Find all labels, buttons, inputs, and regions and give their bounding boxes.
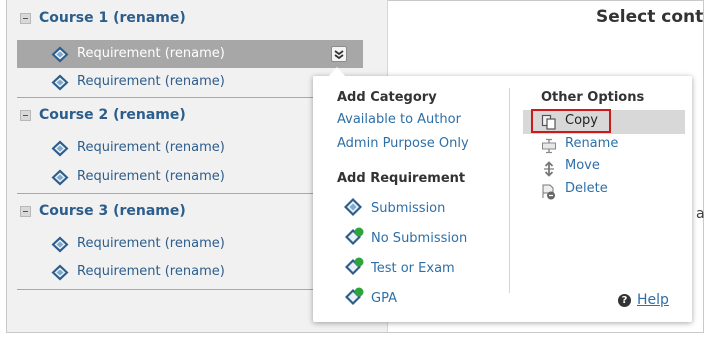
course-title[interactable]: Course 1 (rename) (39, 10, 186, 26)
test-or-exam-icon (345, 257, 364, 275)
menu-item-no-submission[interactable]: No Submission (371, 231, 467, 246)
menu-item-admin-purpose-only[interactable]: Admin Purpose Only (337, 136, 469, 151)
menu-item-test-or-exam[interactable]: Test or Exam (371, 261, 455, 276)
requirement-item-selected[interactable]: Requirement (rename) (17, 40, 363, 68)
course-2-header[interactable]: Course 2 (rename) (17, 102, 363, 132)
collapse-icon[interactable] (20, 110, 31, 121)
requirement-label: Requirement (rename) (77, 169, 225, 184)
menu-item-gpa[interactable]: GPA (371, 291, 397, 306)
move-icon (544, 161, 554, 177)
requirement-icon (51, 140, 69, 157)
chevron-down-icon (334, 50, 344, 59)
menu-item-submission[interactable]: Submission (371, 201, 445, 216)
requirement-item[interactable]: Requirement (rename) (17, 134, 363, 162)
requirement-icon (51, 236, 69, 253)
requirement-item[interactable]: Requirement (rename) (17, 163, 363, 191)
requirement-item[interactable]: Requirement (rename) (17, 230, 363, 258)
gpa-icon (345, 287, 364, 305)
add-category-heading: Add Category (337, 90, 437, 105)
requirement-label: Requirement (rename) (77, 46, 225, 61)
no-submission-icon (345, 227, 364, 245)
partial-text: a (696, 206, 705, 222)
rename-icon (542, 138, 556, 154)
section-divider (17, 97, 363, 98)
delete-icon (542, 184, 555, 200)
column-divider (509, 88, 510, 293)
requirement-icon (51, 264, 69, 281)
collapse-icon[interactable] (20, 206, 31, 217)
requirement-icon (51, 74, 69, 91)
requirement-icon (51, 46, 69, 63)
other-options-heading: Other Options (541, 90, 645, 105)
section-divider (17, 289, 363, 290)
course-tree: Course 1 (rename) Requirement (rename) R… (17, 0, 363, 300)
requirement-label: Requirement (rename) (77, 264, 225, 279)
submission-icon (344, 198, 362, 216)
course-title[interactable]: Course 2 (rename) (39, 107, 186, 123)
requirement-label: Requirement (rename) (77, 74, 225, 89)
menu-item-move[interactable]: Move (565, 158, 600, 173)
copy-icon (541, 114, 556, 130)
requirement-label: Requirement (rename) (77, 236, 225, 251)
popup-pointer (328, 67, 346, 77)
requirement-icon (51, 169, 69, 186)
menu-item-delete[interactable]: Delete (565, 181, 608, 196)
options-dropdown-button[interactable] (331, 46, 347, 62)
menu-item-available-to-author[interactable]: Available to Author (337, 112, 461, 127)
course-3-header[interactable]: Course 3 (rename) (17, 198, 363, 228)
menu-item-copy[interactable]: Copy (565, 113, 598, 128)
requirement-label: Requirement (rename) (77, 140, 225, 155)
collapse-icon[interactable] (20, 13, 31, 24)
section-divider (17, 193, 363, 194)
help-icon: ? (618, 294, 631, 307)
course-1-header[interactable]: Course 1 (rename) (17, 5, 363, 35)
content-panel-title: Select conten (596, 7, 704, 27)
course-title[interactable]: Course 3 (rename) (39, 203, 186, 219)
menu-item-rename[interactable]: Rename (565, 136, 618, 151)
options-popup-menu: Add Category Available to Author Admin P… (313, 67, 692, 322)
requirement-item[interactable]: Requirement (rename) (17, 258, 363, 286)
help-link[interactable]: Help (637, 292, 669, 308)
add-requirement-heading: Add Requirement (337, 171, 466, 186)
requirement-item[interactable]: Requirement (rename) (17, 68, 363, 96)
